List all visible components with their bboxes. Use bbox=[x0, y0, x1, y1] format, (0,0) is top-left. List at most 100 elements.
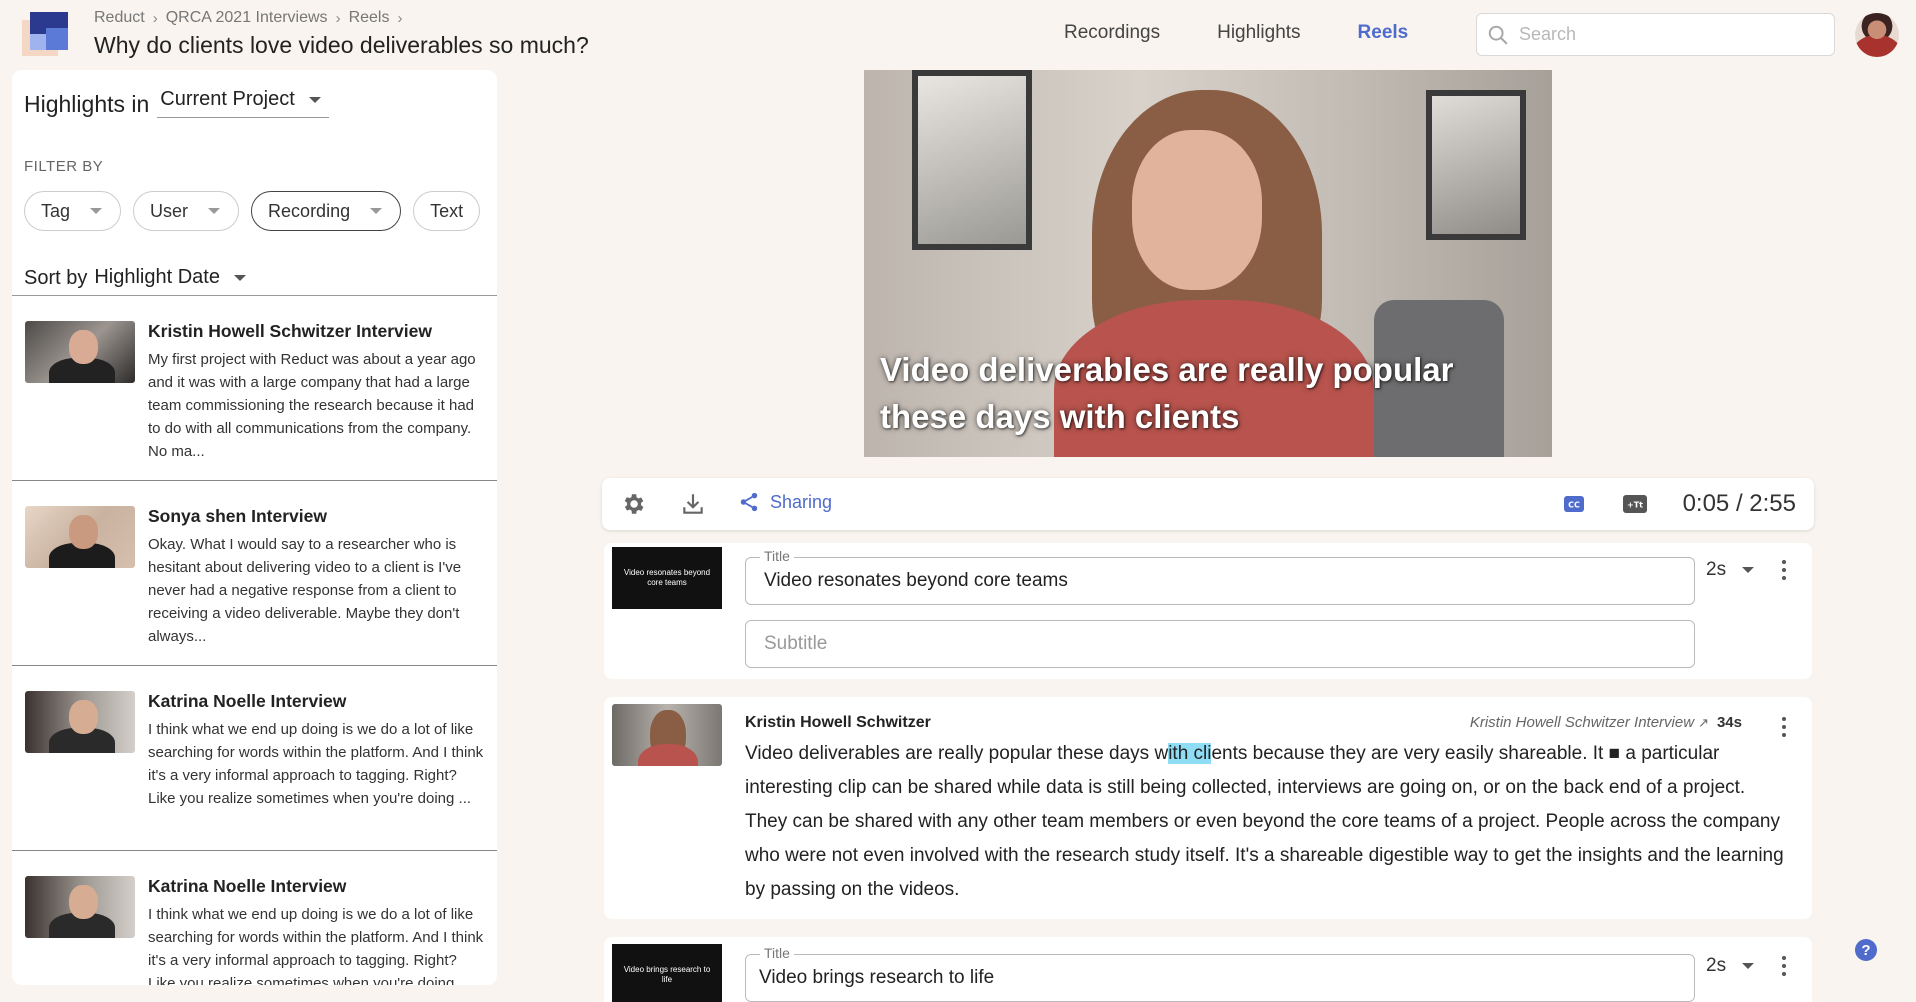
scope-dropdown[interactable]: Current Project bbox=[157, 88, 329, 118]
highlight-item[interactable]: Katrina Noelle Interview I think what we… bbox=[12, 851, 497, 985]
clip-length: 34s bbox=[1716, 714, 1742, 731]
transcript-selection: ith cli bbox=[1168, 743, 1212, 764]
speaker-name: Kristin Howell Schwitzer bbox=[745, 714, 931, 731]
page-title[interactable]: Why do clients love video deliverables s… bbox=[94, 32, 589, 59]
title-legend: Title bbox=[760, 945, 794, 961]
scope-value: Current Project bbox=[160, 88, 295, 110]
subtitle-field[interactable]: Subtitle bbox=[745, 620, 1695, 668]
text-style-text: +Tt bbox=[1627, 501, 1643, 510]
transcript-before: Video deliverables are really popular th… bbox=[745, 743, 1169, 764]
top-nav: Recordings Highlights Reels bbox=[1064, 22, 1408, 44]
cc-text: CC bbox=[1568, 501, 1580, 510]
filter-tag[interactable]: Tag bbox=[24, 191, 122, 231]
source-link[interactable]: Kristin Howell Schwitzer Interview ↗ 34s bbox=[1470, 714, 1742, 731]
caret-down-icon bbox=[1742, 567, 1755, 573]
sort-value: Highlight Date bbox=[94, 266, 220, 288]
filter-tag-label: Tag bbox=[41, 200, 71, 221]
nav-reels[interactable]: Reels bbox=[1358, 22, 1409, 44]
caret-down-icon bbox=[208, 208, 221, 214]
filter-recording[interactable]: Recording bbox=[251, 191, 402, 231]
highlight-item[interactable]: Katrina Noelle Interview I think what we… bbox=[12, 666, 497, 851]
filter-chips: Tag User Recording Text bbox=[24, 191, 481, 231]
breadcrumb: Reduct › QRCA 2021 Interviews › Reels › bbox=[94, 9, 402, 27]
sharing-label: Sharing bbox=[770, 491, 833, 512]
player-toolbar: Sharing CC +Tt 0:05 / 2:55 bbox=[602, 478, 1814, 530]
chevron-right-icon: › bbox=[397, 9, 403, 27]
closed-captions-icon[interactable]: CC bbox=[1562, 492, 1586, 516]
reduct-logo[interactable] bbox=[22, 10, 72, 58]
duration-dropdown[interactable]: 2s bbox=[1706, 955, 1755, 977]
speaker-face bbox=[1132, 130, 1262, 290]
title-value: Video brings research to life bbox=[759, 967, 995, 988]
filter-by-label: FILTER BY bbox=[24, 158, 104, 175]
title-card: Video resonates beyond core teams Title … bbox=[604, 543, 1812, 679]
breadcrumb-project[interactable]: QRCA 2021 Interviews bbox=[166, 9, 328, 27]
title-legend: Title bbox=[760, 548, 794, 564]
caret-down-icon bbox=[370, 208, 383, 214]
user-avatar[interactable] bbox=[1855, 13, 1899, 57]
highlight-thumbnail bbox=[25, 876, 135, 938]
filter-user[interactable]: User bbox=[133, 191, 240, 231]
timecode: 0:05 / 2:55 bbox=[1682, 490, 1796, 517]
nav-highlights[interactable]: Highlights bbox=[1217, 22, 1300, 44]
highlight-thumbnail bbox=[25, 691, 135, 753]
filter-recording-label: Recording bbox=[268, 200, 351, 221]
highlight-title: Katrina Noelle Interview bbox=[148, 691, 347, 711]
caret-down-icon bbox=[233, 274, 246, 281]
title-card: Video brings research to life Title Vide… bbox=[604, 937, 1812, 1002]
duration-value: 2s bbox=[1706, 559, 1727, 580]
title-field[interactable]: Title Video brings research to life bbox=[745, 945, 1695, 1002]
clip-thumbnail[interactable] bbox=[612, 704, 722, 766]
highlight-excerpt: My first project with Reduct was about a… bbox=[148, 351, 476, 460]
highlight-title: Kristin Howell Schwitzer Interview bbox=[148, 321, 432, 341]
title-value: Video resonates beyond core teams bbox=[764, 570, 1068, 591]
filter-text-label: Text bbox=[430, 200, 464, 221]
highlight-item[interactable]: Sonya shen Interview Okay. What I would … bbox=[12, 481, 497, 666]
text-style-icon[interactable]: +Tt bbox=[1622, 492, 1648, 516]
duration-value: 2s bbox=[1706, 955, 1727, 976]
transcript-after: ents because they are very easily sharea… bbox=[745, 743, 1784, 900]
title-card-thumbnail[interactable]: Video brings research to life bbox=[612, 944, 722, 1002]
video-caption: Video deliverables are really popular th… bbox=[880, 351, 1454, 435]
sharing-button[interactable]: Sharing bbox=[738, 491, 832, 513]
highlight-thumbnail bbox=[25, 321, 135, 383]
highlight-thumbnail bbox=[25, 506, 135, 568]
source-title: Kristin Howell Schwitzer Interview bbox=[1469, 714, 1695, 731]
title-field[interactable]: Title Video resonates beyond core teams bbox=[745, 548, 1695, 605]
share-icon bbox=[740, 492, 758, 512]
breadcrumb-reduct[interactable]: Reduct bbox=[94, 9, 145, 27]
more-options-icon[interactable] bbox=[1782, 560, 1786, 584]
transcript-text[interactable]: Video deliverables are really popular th… bbox=[745, 737, 1788, 907]
highlight-item[interactable]: Kristin Howell Schwitzer Interview My fi… bbox=[12, 296, 497, 481]
chevron-right-icon: › bbox=[335, 9, 341, 27]
filter-user-label: User bbox=[150, 200, 189, 221]
search-icon bbox=[1488, 25, 1508, 44]
video-player[interactable]: Video deliverables are really popular th… bbox=[864, 70, 1552, 457]
highlight-title: Katrina Noelle Interview bbox=[148, 876, 347, 896]
highlight-title: Sonya shen Interview bbox=[148, 506, 327, 526]
duration-dropdown[interactable]: 2s bbox=[1706, 559, 1755, 581]
chevron-right-icon: › bbox=[152, 9, 158, 27]
external-link-icon: ↗ bbox=[1698, 714, 1709, 730]
caret-down-icon bbox=[308, 96, 321, 103]
help-button[interactable]: ? bbox=[1855, 939, 1877, 961]
search-input[interactable] bbox=[1519, 24, 1819, 45]
subtitle-placeholder: Subtitle bbox=[764, 633, 828, 654]
background-frame bbox=[1426, 90, 1526, 240]
highlight-list: Kristin Howell Schwitzer Interview My fi… bbox=[12, 296, 497, 985]
download-icon[interactable] bbox=[680, 491, 706, 517]
nav-recordings[interactable]: Recordings bbox=[1064, 22, 1160, 44]
highlight-excerpt: I think what we end up doing is we do a … bbox=[148, 906, 484, 985]
sort-dropdown[interactable]: Highlight Date bbox=[94, 266, 256, 296]
transcript-card: Kristin Howell Schwitzer Kristin Howell … bbox=[604, 697, 1812, 919]
gear-icon[interactable] bbox=[620, 491, 646, 517]
filter-text[interactable]: Text bbox=[413, 191, 481, 231]
breadcrumb-reels[interactable]: Reels bbox=[349, 9, 390, 27]
caret-down-icon bbox=[1742, 963, 1755, 969]
highlights-panel: Highlights in Current Project FILTER BY … bbox=[12, 70, 497, 985]
highlights-in-label: Highlights in bbox=[24, 91, 150, 117]
sort-by-label: Sort by bbox=[24, 267, 88, 289]
title-card-thumbnail[interactable]: Video resonates beyond core teams bbox=[612, 547, 722, 609]
background-frame bbox=[912, 70, 1032, 250]
more-options-icon[interactable] bbox=[1782, 956, 1786, 980]
